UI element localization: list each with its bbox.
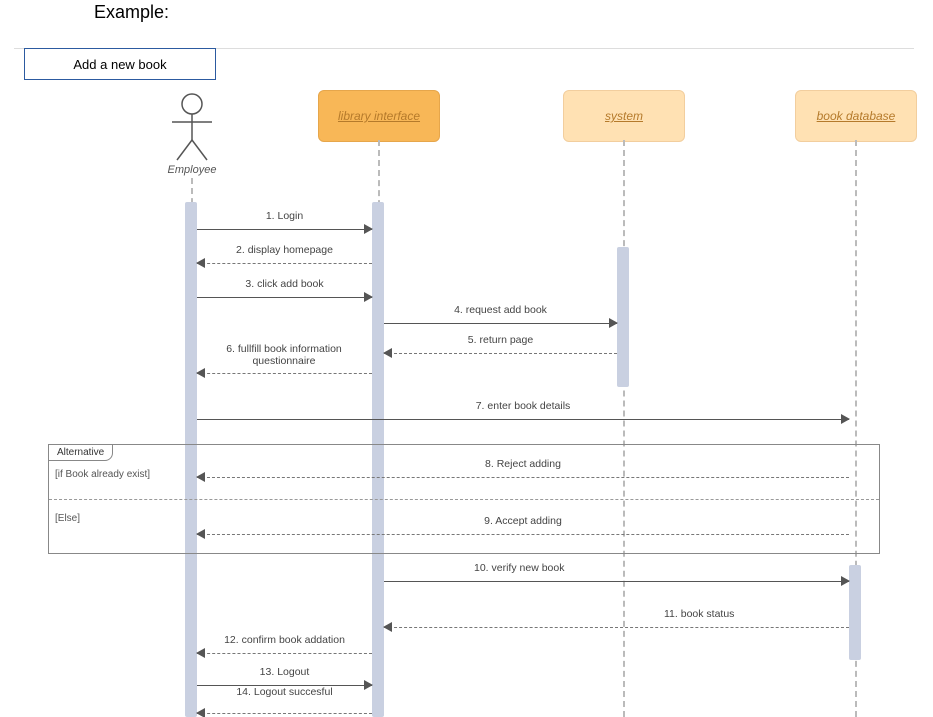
message-3-click-add-book: 3. click add book bbox=[197, 290, 372, 304]
diagram-title: Add a new book bbox=[73, 57, 166, 72]
message-1-login: 1. Login bbox=[197, 222, 372, 236]
message-9-accept-adding: 9. Accept adding bbox=[197, 527, 849, 541]
alt-guard-1: [if Book already exist] bbox=[55, 469, 150, 480]
message-7-enter-book-details: 7. enter book details bbox=[197, 412, 849, 426]
message-label: 2. display homepage bbox=[236, 244, 333, 256]
message-5-return-page: 5. return page bbox=[384, 346, 617, 360]
message-12-confirm-addation: 12. confirm book addation bbox=[197, 646, 372, 660]
message-label: 5. return page bbox=[468, 334, 533, 346]
stick-figure-icon bbox=[167, 92, 217, 162]
message-label: 4. request add book bbox=[454, 304, 547, 316]
activation-database bbox=[849, 565, 861, 660]
alt-divider bbox=[49, 499, 879, 500]
message-14-logout-successful: 14. Logout succesful bbox=[197, 706, 372, 717]
message-label: 3. click add book bbox=[245, 278, 323, 290]
alt-guard-2: [Else] bbox=[55, 513, 80, 524]
message-11-book-status: 11. book status bbox=[384, 620, 849, 634]
message-label: 13. Logout bbox=[260, 666, 310, 678]
participant-book-database: book database bbox=[795, 90, 917, 142]
message-10-verify-new-book: 10. verify new book bbox=[384, 574, 849, 588]
alt-fragment-label: Alternative bbox=[48, 444, 113, 461]
message-label: 7. enter book details bbox=[476, 400, 571, 412]
activation-system bbox=[617, 247, 629, 387]
message-label: 11. book status bbox=[664, 608, 734, 620]
page-heading: Example: bbox=[94, 2, 169, 23]
participant-label: library interface bbox=[338, 109, 420, 123]
message-label: 9. Accept adding bbox=[484, 515, 562, 527]
message-6-fullfill-questionnaire: 6. fullfill book information questionnai… bbox=[197, 366, 372, 380]
diagram-title-frame: Add a new book bbox=[24, 48, 216, 80]
participant-label: book database bbox=[817, 109, 896, 123]
message-label: 12. confirm book addation bbox=[224, 634, 345, 646]
message-label: 6. fullfill book information questionnai… bbox=[199, 344, 369, 367]
actor-label: Employee bbox=[162, 164, 222, 176]
message-label: 1. Login bbox=[266, 210, 303, 222]
participant-system: system bbox=[563, 90, 685, 142]
message-label: 14. Logout succesful bbox=[236, 686, 332, 698]
participant-library-interface: library interface bbox=[318, 90, 440, 142]
actor-employee: Employee bbox=[162, 92, 222, 176]
message-label: 8. Reject adding bbox=[485, 458, 561, 470]
message-label: 10. verify new book bbox=[474, 562, 564, 574]
message-8-reject-adding: 8. Reject adding bbox=[197, 470, 849, 484]
sequence-diagram-page: Example: Add a new book Employee library… bbox=[0, 0, 933, 717]
participant-label: system bbox=[605, 109, 643, 123]
message-4-request-add-book: 4. request add book bbox=[384, 316, 617, 330]
message-2-display-homepage: 2. display homepage bbox=[197, 256, 372, 270]
